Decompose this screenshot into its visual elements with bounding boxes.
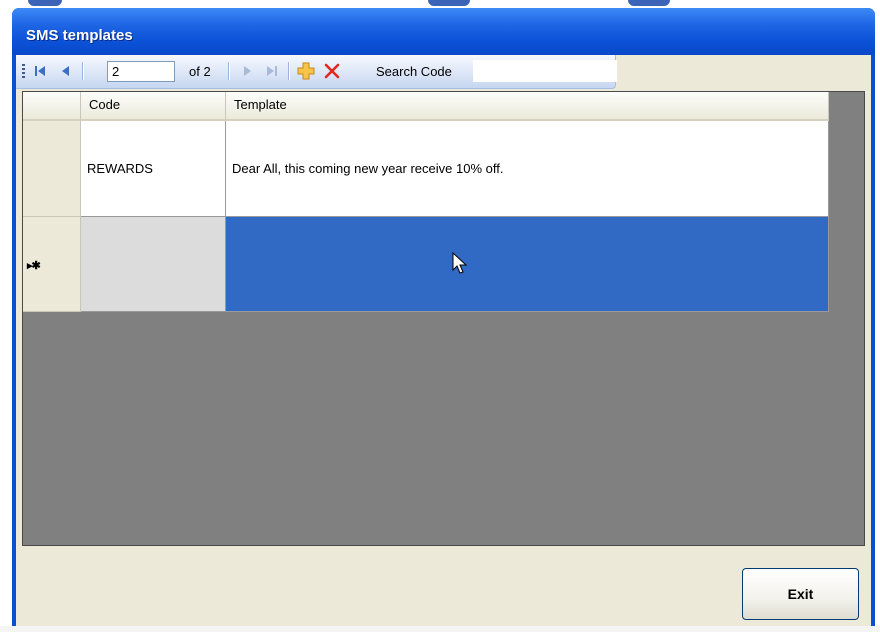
move-next-icon — [244, 66, 251, 76]
toolbar-separator — [288, 62, 290, 80]
templates-grid[interactable]: Code Template REWARDS Dear All, this com… — [22, 91, 865, 546]
window-title: SMS templates — [26, 27, 133, 44]
row-header[interactable] — [23, 121, 81, 217]
window-client-area: of 2 — [16, 55, 871, 626]
new-row-indicator-icon: ▸✱ — [27, 260, 41, 272]
move-previous-button[interactable] — [56, 61, 76, 81]
sms-templates-window: SMS templates of 2 — [12, 8, 875, 626]
title-bar[interactable]: SMS templates — [12, 8, 875, 55]
background-window-edge — [28, 0, 62, 6]
background-window-edge — [628, 0, 670, 6]
background-window-edge — [428, 0, 470, 6]
table-row-template-cell[interactable]: Dear All, this coming new year receive 1… — [226, 121, 829, 217]
column-header-template[interactable]: Template — [226, 92, 829, 121]
delete-button[interactable] — [322, 61, 342, 81]
new-row-template-cell-selected[interactable] — [226, 217, 829, 312]
move-last-icon — [267, 66, 277, 76]
move-first-button[interactable] — [30, 61, 50, 81]
new-row-header[interactable]: ▸✱ — [23, 217, 81, 312]
search-code-label: Search Code — [376, 64, 452, 79]
navigator-toolbar: of 2 — [16, 55, 617, 89]
new-row-code-cell[interactable] — [81, 217, 226, 312]
background — [0, 626, 880, 632]
move-previous-icon — [62, 66, 69, 76]
move-next-button[interactable] — [237, 61, 257, 81]
delete-icon — [324, 63, 340, 79]
add-new-button[interactable] — [296, 61, 316, 81]
toolbar-separator — [82, 62, 84, 80]
position-input[interactable] — [107, 61, 175, 82]
exit-button[interactable]: Exit — [742, 568, 859, 620]
move-last-button[interactable] — [262, 61, 282, 81]
table-row-code-cell[interactable]: REWARDS — [81, 121, 226, 217]
toolbar-separator — [228, 62, 230, 80]
cell-text: Dear All, this coming new year receive 1… — [232, 161, 504, 176]
search-code-input[interactable] — [473, 60, 617, 82]
cell-text: REWARDS — [87, 161, 153, 176]
move-first-icon — [35, 66, 45, 76]
count-label: of 2 — [189, 64, 211, 79]
grid-corner-header[interactable] — [23, 92, 81, 121]
mouse-cursor-icon — [452, 252, 468, 274]
column-header-code[interactable]: Code — [81, 92, 226, 121]
add-icon — [297, 62, 315, 80]
toolbar-grip[interactable] — [22, 64, 25, 80]
